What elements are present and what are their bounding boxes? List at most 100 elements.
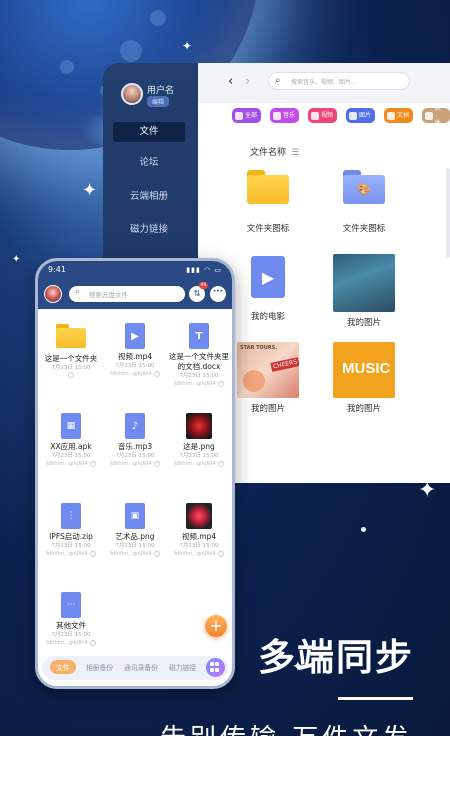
grid-item[interactable]: MUSIC 我的图片 — [316, 342, 412, 414]
file-date: 7月23日 15:00 — [51, 453, 91, 459]
search-icon: ⌕ — [275, 75, 281, 86]
image-thumbnail: STAR TOURS. CHEERS — [237, 342, 299, 398]
image-thumbnail — [333, 254, 395, 312]
scrollbar[interactable] — [446, 168, 450, 258]
edit-button[interactable]: 编辑 — [147, 96, 170, 107]
grid-item[interactable]: 我的图片 — [316, 254, 412, 328]
file-name: 这是一个文件夹里的文档.docx — [169, 352, 229, 371]
tab-files[interactable]: 文件 — [50, 660, 76, 674]
folder-icon — [247, 170, 289, 204]
tab-magnet-link[interactable]: 磁力链接 — [169, 662, 196, 672]
tab-album-backup[interactable]: 相册备份 — [86, 662, 113, 672]
search-input[interactable]: ⌕ 搜索音乐、视频、图片... — [268, 72, 410, 90]
chip-label: 全部 — [245, 112, 258, 119]
file-select[interactable] — [217, 461, 224, 467]
file-select[interactable] — [153, 371, 160, 377]
tablet-main: ‹ › ⌕ 搜索音乐、视频、图片... 全部 音乐 视频 图片 文档 其他 文件… — [198, 63, 450, 483]
search-placeholder: 搜索云盘文件 — [89, 291, 128, 299]
file-date: 7月23日 15:00 — [179, 543, 219, 549]
item-label: 我的图片 — [346, 318, 381, 328]
other-icon — [425, 111, 433, 120]
file-item[interactable]: T 这是一个文件夹里的文档.docx 7月23日 15:00 fdhhfm...… — [168, 323, 230, 388]
sort-icon[interactable]: ☰ — [291, 148, 299, 158]
file-item[interactable]: ··· 其他文件 7月23日 15:00 fdhhfm...grkjfkl4 — [40, 592, 102, 647]
grid-item[interactable]: 🎨 文件夹图标 — [316, 170, 412, 234]
folder-icon — [56, 324, 86, 348]
file-date: 7月23日 15:00 — [51, 632, 91, 638]
file-hash: fdhhfm...grkjfkl4 — [46, 461, 88, 467]
file-date: 7月23日 15:00 — [115, 363, 155, 369]
file-item[interactable]: 这是.png 7月23日 15:00 fdhhfm...grkjfkl4 — [168, 413, 230, 468]
username: 用户名 — [147, 86, 175, 96]
video-file-icon: ▶ — [125, 323, 145, 349]
bottom-tab-bar: 文件 相册备份 通讯录备份 磁力链接 — [42, 656, 228, 680]
file-select[interactable] — [89, 640, 96, 646]
column-header[interactable]: 文件名称 ☰ — [250, 145, 299, 158]
file-item[interactable]: ▶ 视频.mp4 7月23日 15:00 fdhhfm...grkjfkl4 — [104, 323, 166, 378]
sidebar-item-cloud-album[interactable]: 云端相册 — [113, 187, 185, 207]
file-name: 这是.png — [183, 442, 215, 451]
file-select[interactable] — [40, 372, 102, 378]
file-select[interactable] — [89, 461, 96, 467]
filter-chip-image[interactable]: 图片 — [346, 108, 376, 123]
file-select[interactable] — [153, 551, 160, 557]
phone-mockup: 9:41 ▮▮▮ ◠ ▭ ⌕ 搜索云盘文件 ⇅ 99 ··· 这是一个文件夹 7… — [35, 258, 235, 689]
tab-contacts-backup[interactable]: 通讯录备份 — [124, 662, 158, 672]
image-file-icon: ▣ — [125, 503, 145, 529]
phone-header: ⌕ 搜索云盘文件 ⇅ 99 ··· — [38, 281, 232, 309]
file-date: 7月23日 15:00 — [51, 543, 91, 549]
file-name: 视频.mp4 — [117, 352, 153, 361]
file-item[interactable]: ▣ 艺术品.png 7月23日 15:00 fdhhfm...grkjfkl4 — [104, 503, 166, 558]
filter-chip-other[interactable]: 其他 — [422, 105, 450, 127]
avatar[interactable] — [121, 83, 143, 105]
grid-item[interactable]: 文件夹图标 — [220, 170, 316, 234]
status-bar: 9:41 ▮▮▮ ◠ ▭ — [38, 261, 232, 281]
file-select[interactable] — [217, 381, 224, 387]
music-file-icon: ♪ — [125, 413, 145, 439]
video-file-icon: ▶ — [251, 256, 285, 298]
file-hash: fdhhfm...grkjfkl4 — [46, 640, 88, 646]
filter-chip-all[interactable]: 全部 — [232, 108, 262, 123]
file-hash: fdhhfm...grkjfkl4 — [174, 461, 216, 467]
column-header-label: 文件名称 — [250, 148, 287, 158]
file-select[interactable] — [153, 461, 160, 467]
file-hash: fdhhfm...grkjfkl4 — [46, 551, 88, 557]
file-item[interactable]: 这是一个文件夹 7月23日 15:00 — [40, 323, 102, 378]
status-time: 9:41 — [48, 265, 66, 274]
sidebar-item-magnet-link[interactable]: 磁力链接 — [113, 220, 185, 240]
back-arrow-icon[interactable]: ‹ — [228, 74, 233, 89]
filter-chip-doc[interactable]: 文档 — [384, 108, 414, 123]
file-date: 7月23日 15:00 — [179, 373, 219, 379]
file-select[interactable] — [89, 551, 96, 557]
zip-icon: ⋮ — [61, 503, 81, 529]
file-item[interactable]: ♪ 音乐.mp3 7月23日 15:00 fdhhfm...grkjfkl4 — [104, 413, 166, 468]
apps-grid-icon[interactable] — [206, 658, 225, 677]
file-item[interactable]: ▦ XX应用.apk 7月23日 15:00 fdhhfm...grkjfkl4 — [40, 413, 102, 468]
file-item[interactable]: ⋮ IPFS启动.zip 7月23日 15:00 fdhhfm...grkjfk… — [40, 503, 102, 558]
notification-badge: 99 — [199, 282, 208, 289]
sidebar-item-files[interactable]: 文件 — [113, 122, 185, 142]
more-icon[interactable]: ··· — [210, 286, 226, 302]
file-item[interactable]: 视频.mp4 7月23日 15:00 fdhhfm...grkjfkl4 — [168, 503, 230, 558]
chip-label: 视频 — [321, 112, 334, 119]
file-name: 其他文件 — [56, 621, 86, 630]
file-name: 音乐.mp3 — [117, 442, 153, 451]
forward-arrow-icon[interactable]: › — [245, 74, 250, 89]
image-thumbnail — [186, 413, 212, 439]
search-input[interactable]: ⌕ 搜索云盘文件 — [69, 286, 185, 302]
file-hash: fdhhfm...grkjfkl4 — [110, 371, 152, 377]
avatar[interactable] — [44, 285, 62, 303]
doc-icon — [387, 111, 395, 120]
file-hash: fdhhfm...grkjfkl4 — [110, 551, 152, 557]
file-hash: fdhhfm...grkjfkl4 — [174, 381, 216, 387]
filter-chip-video[interactable]: 视频 — [308, 108, 338, 123]
all-icon — [235, 111, 243, 120]
sidebar-item-forum[interactable]: 论坛 — [113, 153, 185, 173]
chip-label: 文档 — [397, 112, 410, 119]
filter-chip-music[interactable]: 音乐 — [270, 108, 300, 123]
chip-label: 其他 — [434, 104, 441, 127]
text-doc-icon: T — [189, 323, 209, 349]
file-select[interactable] — [217, 551, 224, 557]
add-button[interactable]: + — [205, 615, 227, 637]
bokeh-dot — [60, 60, 74, 74]
